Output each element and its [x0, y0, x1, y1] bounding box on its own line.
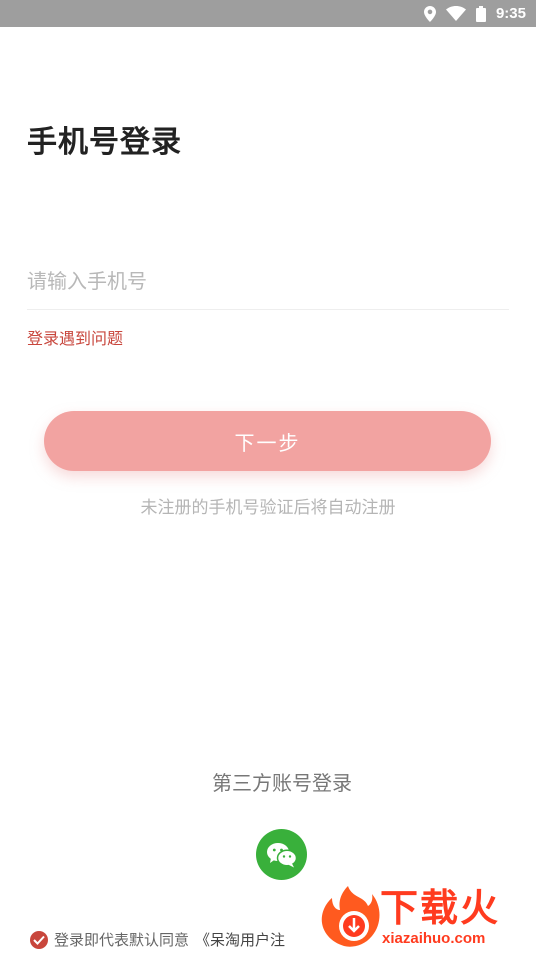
- user-agreement-link[interactable]: 《呆淘用户注: [195, 929, 285, 950]
- login-trouble-link[interactable]: 登录遇到问题: [27, 325, 123, 349]
- battery-icon: [475, 5, 486, 22]
- phone-input[interactable]: [27, 252, 509, 310]
- agreement-text: 登录即代表默认同意: [54, 931, 190, 949]
- wechat-icon: [266, 842, 297, 867]
- watermark-logo: 下载火 xiazaihuo.com: [318, 884, 532, 950]
- check-icon: [33, 935, 45, 945]
- wifi-icon: [445, 6, 466, 21]
- flame-logo-icon: [321, 886, 380, 947]
- third-party-label: 第三方账号登录: [212, 771, 352, 795]
- page-title: 手机号登录: [27, 125, 182, 160]
- agreement-checkbox[interactable]: [30, 930, 48, 949]
- wechat-login-button[interactable]: [256, 829, 307, 880]
- watermark-text: 下载火: [380, 886, 501, 930]
- auto-register-hint: 未注册的手机号验证后将自动注册: [140, 498, 396, 518]
- location-icon: [423, 5, 436, 22]
- status-bar: 9:35: [0, 0, 536, 27]
- status-time: 9:35: [495, 5, 526, 22]
- agreement-row: 登录即代表默认同意 《呆淘用户注: [30, 929, 285, 950]
- watermark-url: xiazaihuo.com: [382, 930, 486, 947]
- next-button[interactable]: 下一步: [44, 411, 491, 471]
